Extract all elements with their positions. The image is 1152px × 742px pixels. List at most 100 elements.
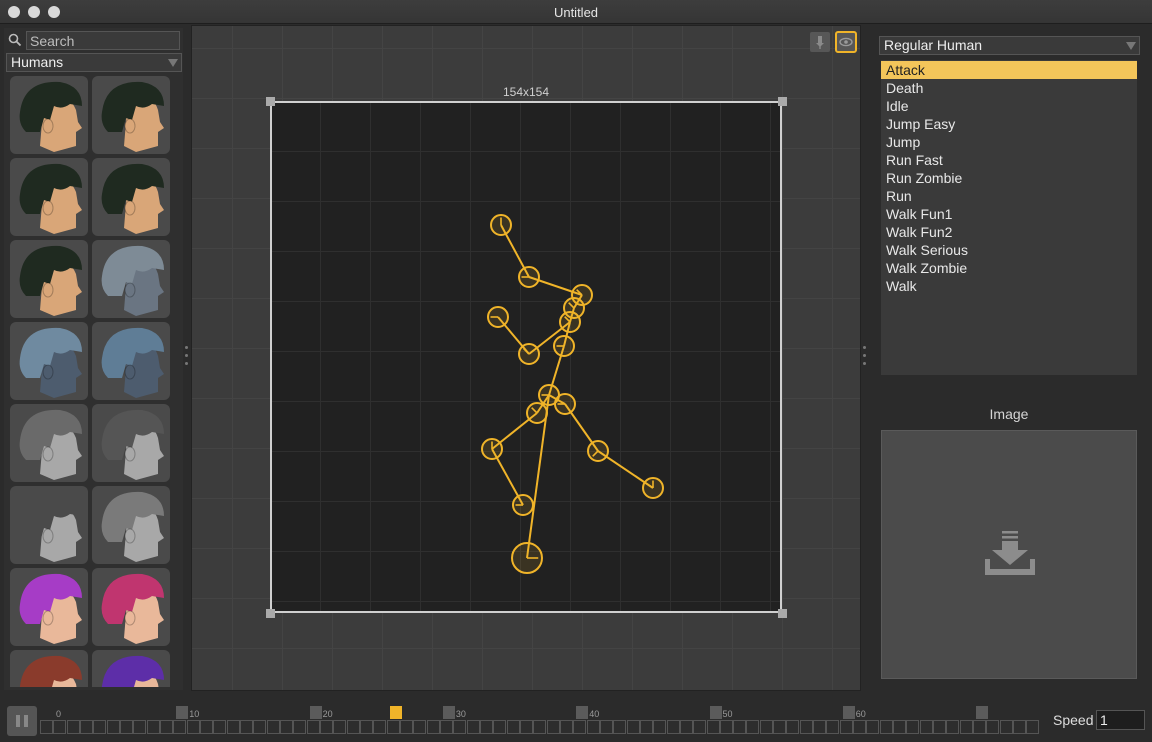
- visibility-toggle-button[interactable]: [835, 31, 857, 53]
- speed-input[interactable]: [1096, 710, 1145, 730]
- frame-cell[interactable]: [653, 720, 667, 734]
- animation-item-jump-easy[interactable]: Jump Easy: [881, 115, 1137, 133]
- joint-knee-left[interactable]: [481, 438, 503, 460]
- search-input[interactable]: [26, 31, 180, 50]
- frame-cell[interactable]: [333, 720, 347, 734]
- frame-timeline[interactable]: 0 10 20 30 40 50 60: [40, 704, 1040, 736]
- joint-wrist-right[interactable]: [559, 311, 581, 333]
- sprite-thumbnail-helmet-blue-plated[interactable]: [92, 322, 170, 400]
- sprite-thumbnail-head-black-long[interactable]: [10, 158, 88, 236]
- frame-cell[interactable]: [959, 720, 973, 734]
- frame-cell[interactable]: [386, 720, 400, 734]
- frame-cell[interactable]: [613, 720, 627, 734]
- frame-cell[interactable]: [40, 720, 53, 734]
- joint-foot-right[interactable]: [642, 477, 664, 499]
- frame-cell[interactable]: [893, 720, 907, 734]
- frame-cell[interactable]: [733, 720, 747, 734]
- frame-cell[interactable]: [213, 720, 227, 734]
- sprite-thumbnail-helmet-blue-gold[interactable]: [10, 322, 88, 400]
- frame-cell[interactable]: [519, 720, 533, 734]
- frame-cell[interactable]: [239, 720, 253, 734]
- frame-cell[interactable]: [906, 720, 920, 734]
- frame-cell[interactable]: [66, 720, 80, 734]
- keyframe-marker[interactable]: [309, 706, 322, 719]
- joint-hip-left[interactable]: [526, 402, 548, 424]
- joint-knee-right[interactable]: [587, 440, 609, 462]
- frame-cell[interactable]: [373, 720, 387, 734]
- animation-item-walk-fun2[interactable]: Walk Fun2: [881, 223, 1137, 241]
- joint-neck[interactable]: [518, 266, 540, 288]
- frame-cell[interactable]: [759, 720, 773, 734]
- frame-cell[interactable]: [79, 720, 93, 734]
- animation-item-walk[interactable]: Walk: [881, 277, 1137, 295]
- frame-cell[interactable]: [573, 720, 587, 734]
- frame-cell[interactable]: [879, 720, 893, 734]
- play-pause-button[interactable]: [7, 706, 37, 736]
- frame-cell[interactable]: [453, 720, 467, 734]
- frame-cell[interactable]: [253, 720, 267, 734]
- frame-cell[interactable]: [173, 720, 187, 734]
- category-dropdown[interactable]: Humans: [6, 53, 182, 72]
- frame-cell[interactable]: [706, 720, 720, 734]
- sprite-thumbnail-head-black-ponytail[interactable]: [92, 158, 170, 236]
- sprite-thumbnail-head-purple-twintails[interactable]: [10, 568, 88, 646]
- frame-cell[interactable]: [533, 720, 547, 734]
- animation-item-death[interactable]: Death: [881, 79, 1137, 97]
- frame-cell[interactable]: [973, 720, 987, 734]
- frame-cell[interactable]: [639, 720, 653, 734]
- joint-shoulder-left[interactable]: [487, 306, 509, 328]
- keyframe-marker[interactable]: [976, 706, 989, 719]
- frame-cell[interactable]: [279, 720, 293, 734]
- keyframe-marker[interactable]: [576, 706, 589, 719]
- sprite-thumbnail-head-gray-short[interactable]: [92, 404, 170, 482]
- frame-cell[interactable]: [599, 720, 613, 734]
- frame-cell[interactable]: [226, 720, 240, 734]
- animation-item-walk-fun1[interactable]: Walk Fun1: [881, 205, 1137, 223]
- joint-ankle-left[interactable]: [512, 494, 534, 516]
- animation-item-walk-zombie[interactable]: Walk Zombie: [881, 259, 1137, 277]
- frame-cell[interactable]: [946, 720, 960, 734]
- frame-cell[interactable]: [666, 720, 680, 734]
- frame-cell[interactable]: [853, 720, 867, 734]
- frame-cell[interactable]: [679, 720, 693, 734]
- frame-cell[interactable]: [999, 720, 1013, 734]
- frame-cell[interactable]: [493, 720, 507, 734]
- pin-button[interactable]: [810, 32, 830, 52]
- animation-item-run[interactable]: Run: [881, 187, 1137, 205]
- sprite-thumbnail-head-pink-spiky[interactable]: [92, 568, 170, 646]
- frame-cell[interactable]: [839, 720, 853, 734]
- frame-cell[interactable]: [813, 720, 827, 734]
- frame-cell[interactable]: [479, 720, 493, 734]
- frame-cell[interactable]: [506, 720, 520, 734]
- left-splitter-handle[interactable]: [185, 346, 189, 370]
- frame-cell[interactable]: [133, 720, 147, 734]
- joint-elbow-left[interactable]: [518, 343, 540, 365]
- frame-cell[interactable]: [746, 720, 760, 734]
- frame-cell[interactable]: [399, 720, 413, 734]
- frame-cell[interactable]: [199, 720, 213, 734]
- frame-cell[interactable]: [626, 720, 640, 734]
- frame-cell[interactable]: [119, 720, 133, 734]
- sprite-thumbnail-head-black-bun[interactable]: [10, 240, 88, 318]
- animation-item-attack[interactable]: Attack: [881, 61, 1137, 79]
- keyframe-marker[interactable]: [842, 706, 855, 719]
- joint-hip-right[interactable]: [554, 393, 576, 415]
- animation-item-run-zombie[interactable]: Run Zombie: [881, 169, 1137, 187]
- animation-item-run-fast[interactable]: Run Fast: [881, 151, 1137, 169]
- joint-root[interactable]: [511, 542, 543, 574]
- sprite-thumbnail-head-brown-buns[interactable]: [10, 650, 88, 687]
- frame-cell[interactable]: [586, 720, 600, 734]
- frame-cell[interactable]: [266, 720, 280, 734]
- frame-cell[interactable]: [319, 720, 333, 734]
- frame-cell[interactable]: [346, 720, 360, 734]
- animation-item-walk-serious[interactable]: Walk Serious: [881, 241, 1137, 259]
- keyframe-marker[interactable]: [176, 706, 189, 719]
- skeleton-canvas[interactable]: 154x154: [191, 25, 861, 691]
- frame-cell[interactable]: [93, 720, 107, 734]
- frame-cell[interactable]: [1013, 720, 1027, 734]
- image-export-dropzone[interactable]: [881, 430, 1137, 679]
- sprite-thumbnail-head-violet-hood[interactable]: [92, 650, 170, 687]
- frame-cell[interactable]: [693, 720, 707, 734]
- frame-cell[interactable]: [106, 720, 120, 734]
- joint-chest[interactable]: [553, 335, 575, 357]
